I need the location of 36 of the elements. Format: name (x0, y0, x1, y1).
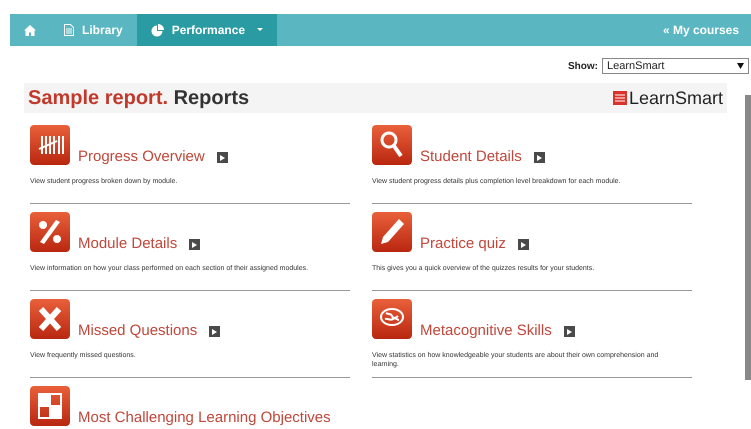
show-label: Show: (568, 60, 598, 74)
play-icon (212, 328, 218, 334)
play-button[interactable] (209, 326, 220, 337)
play-icon (220, 154, 225, 160)
percent-icon (30, 212, 70, 252)
document-icon (64, 24, 74, 36)
show-dropdown[interactable]: LearnSmart (602, 58, 749, 74)
home-icon (24, 24, 36, 36)
play-icon (566, 328, 572, 334)
page-title: Sample report. Reports (28, 86, 250, 111)
play-button[interactable] (189, 239, 200, 250)
magnifier-icon (372, 125, 412, 165)
play-button[interactable] (564, 326, 575, 337)
report-link[interactable]: Metacognitive Skills (420, 323, 552, 338)
cross-icon (30, 299, 70, 339)
nav-tab[interactable]: Performance (136, 14, 278, 46)
dropdown-arrow-icon (737, 63, 744, 69)
report-link[interactable]: Most Challenging Learning Objectives (78, 410, 331, 425)
report-link[interactable]: Progress Overview (78, 149, 205, 164)
pencil-icon (372, 212, 412, 252)
play-icon (536, 154, 542, 160)
play-icon (192, 242, 198, 248)
report-link[interactable]: Student Details (420, 149, 522, 164)
report-link[interactable]: Module Details (78, 236, 178, 251)
checkered-square-icon (30, 386, 70, 426)
play-button[interactable] (216, 152, 228, 163)
play-icon (520, 242, 526, 248)
logo-icon (612, 91, 627, 105)
report-link[interactable]: Missed Questions (78, 323, 198, 338)
brand-logo: LearnSmart (628, 89, 723, 107)
play-button[interactable] (534, 152, 545, 163)
report-link[interactable]: Practice quiz (420, 236, 506, 251)
play-button[interactable] (518, 239, 529, 250)
tally-marks-icon (30, 125, 70, 165)
pie-chart-icon (150, 24, 164, 36)
caret-icon (257, 28, 264, 32)
